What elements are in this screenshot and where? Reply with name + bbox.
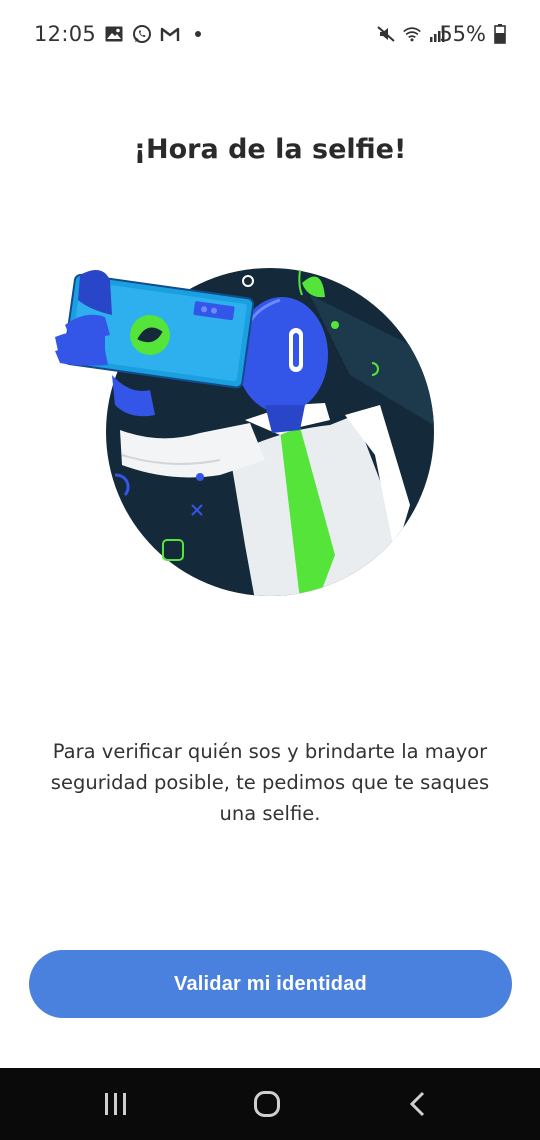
- mute-icon: [376, 24, 396, 44]
- status-right: [376, 24, 448, 44]
- validate-identity-button[interactable]: Validar mi identidad: [29, 950, 512, 1018]
- image-icon: [104, 24, 124, 44]
- battery-icon: [490, 24, 510, 44]
- home-icon[interactable]: [247, 1088, 287, 1120]
- whatsapp-icon: [132, 24, 152, 44]
- dot-icon: [188, 24, 208, 44]
- recent-apps-icon[interactable]: [96, 1088, 136, 1120]
- page-title: ¡Hora de la selfie!: [133, 134, 407, 165]
- status-left: 12:05: [34, 22, 208, 46]
- battery-percent: 55%: [439, 22, 486, 46]
- gmail-icon: [160, 24, 180, 44]
- description-text: Para verificar quién sos y brindarte la …: [50, 740, 490, 825]
- selfie-illustration: [50, 255, 450, 600]
- status-time: 12:05: [34, 22, 97, 46]
- back-icon[interactable]: [398, 1088, 438, 1120]
- battery-indicator: 55%: [439, 22, 510, 46]
- wifi-icon: [402, 24, 422, 44]
- selfie-illustration-svg: [55, 268, 434, 596]
- status-bar: 12:05 55%: [0, 0, 540, 72]
- system-nav-bar: [0, 1068, 540, 1140]
